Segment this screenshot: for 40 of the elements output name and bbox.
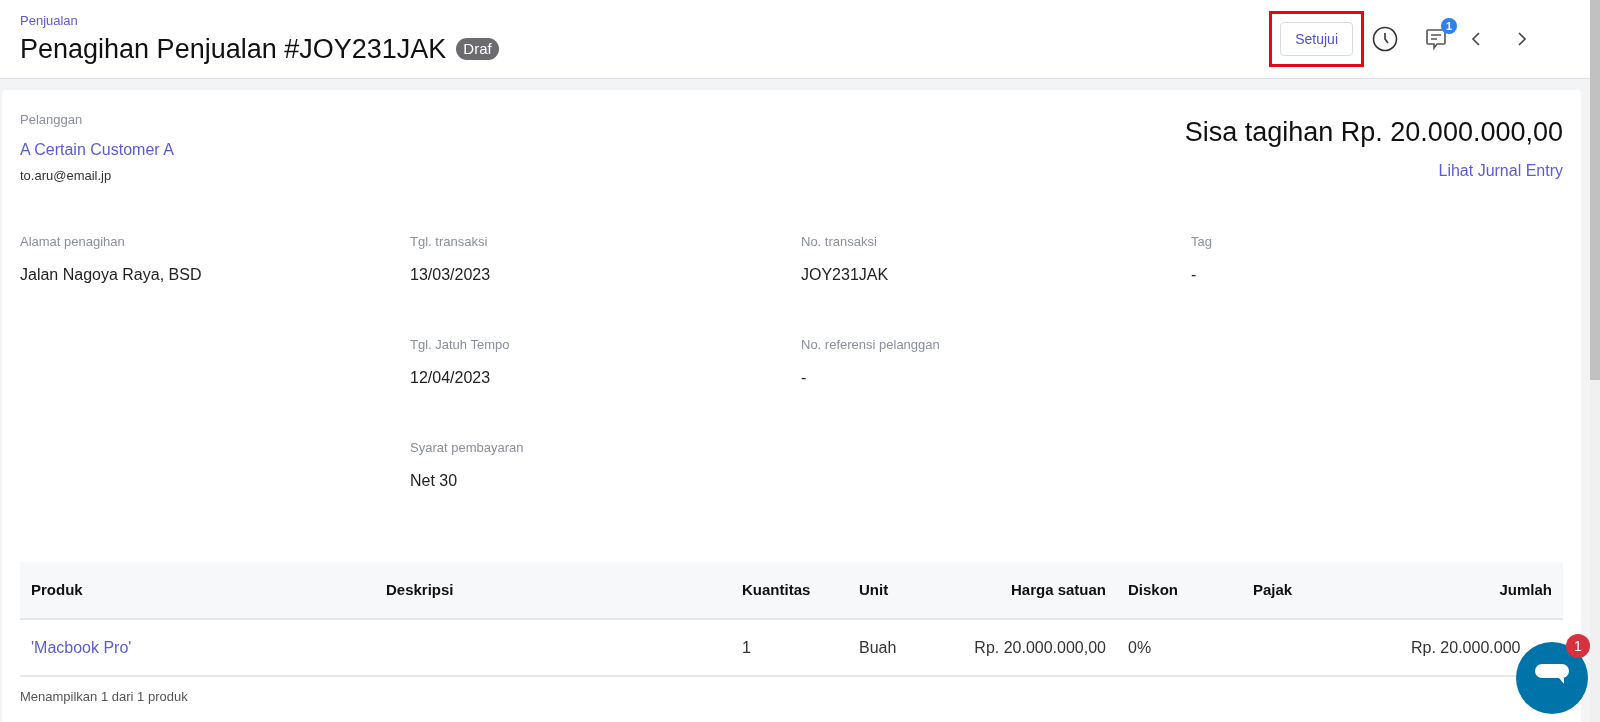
field-value: - (1191, 265, 1198, 285)
approve-button[interactable]: Setujui (1280, 22, 1353, 56)
table-cell-text: Buah (858, 637, 898, 658)
journal-link[interactable]: Lihat Jurnal Entry (1438, 158, 1563, 183)
column-header: Produk (30, 579, 84, 600)
column-header: Harga satuan (1009, 579, 1107, 600)
notification-badge: 1 (1441, 18, 1457, 34)
column-header: Kuantitas (741, 579, 812, 600)
table-cell-text: Rp. 20.000.000 (1410, 637, 1522, 658)
notification-badge: 1 (1566, 634, 1590, 658)
field-label: Tag (1191, 233, 1213, 251)
field-label: Tgl. transaksi (410, 233, 489, 251)
table-cell-text: 0% (1127, 637, 1153, 658)
status-badge: Draf (456, 38, 499, 60)
column-header: Deskripsi (385, 579, 455, 600)
field-value: - (801, 368, 808, 388)
field-value: Jalan Nagoya Raya, BSD (20, 265, 203, 285)
balance-due: Sisa tagihan Rp. 20.000.000,00 (1184, 116, 1563, 149)
column-header: Jumlah (1498, 579, 1553, 600)
customer-link[interactable]: A Certain Customer A (20, 137, 174, 162)
product-link[interactable]: 'Macbook Pro' (20, 635, 143, 660)
table-cell-text: 1 (741, 637, 752, 658)
field-label: No. referensi pelanggan (801, 336, 941, 354)
field-label: Alamat penagihan (20, 233, 126, 251)
column-header: Pajak (1252, 579, 1294, 600)
field-label: Syarat pembayaran (410, 439, 525, 457)
field-value: Net 30 (410, 471, 459, 491)
customer-email: to.aru@email.jp (20, 166, 113, 185)
page-title: Penagihan Penjualan #JOY231JAK (20, 33, 447, 65)
breadcrumb-link[interactable]: Penjualan (20, 13, 499, 29)
column-header: Unit (858, 579, 890, 600)
field-label: No. transaksi (801, 233, 878, 251)
field-label: Tgl. Jatuh Tempo (410, 336, 511, 354)
field-label: Pelanggan (20, 111, 84, 129)
column-header: Diskon (1127, 579, 1179, 600)
table-cell-text: Rp. 20.000.000,00 (973, 637, 1107, 658)
field-value: 12/04/2023 (410, 368, 492, 388)
field-value: JOY231JAK (801, 265, 890, 285)
table-footer: Menampilkan 1 dari 1 produk (20, 687, 188, 707)
field-value: 13/03/2023 (410, 265, 492, 285)
